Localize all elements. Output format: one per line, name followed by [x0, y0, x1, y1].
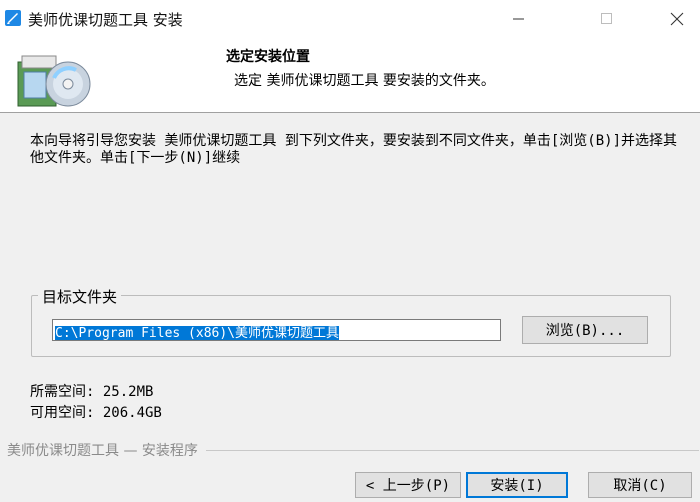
destination-path-input[interactable]: C:\Program Files (x86)\美师优课切题工具 — [52, 319, 501, 341]
intro-text: 本向导将引导您安装 美师优课切题工具 到下列文件夹，要安装到不同文件夹，单击[浏… — [30, 133, 677, 166]
minimize-button[interactable] — [496, 0, 542, 38]
title-bar: 美师优课切题工具 安装 — [0, 0, 700, 38]
destination-path-text: C:\Program Files (x86)\美师优课切题工具 — [55, 326, 340, 341]
space-available: 可用空间: 206.4GB — [30, 405, 162, 421]
page-title: 选定安装位置 — [226, 49, 310, 65]
space-required: 所需空间: 25.2MB — [30, 384, 154, 400]
close-icon — [670, 12, 684, 26]
maximize-icon — [601, 13, 612, 24]
cancel-button[interactable]: 取消(C) — [588, 472, 692, 498]
close-button[interactable] — [654, 0, 700, 38]
destination-group-label: 目标文件夹 — [38, 286, 122, 307]
branding-text: 美师优课切题工具 — 安装程序 — [7, 440, 206, 460]
minimize-icon — [513, 18, 524, 20]
installer-app-icon — [5, 10, 21, 26]
window-title: 美师优课切题工具 安装 — [28, 11, 183, 29]
wizard-header: 选定安装位置 选定 美师优课切题工具 要安装的文件夹。 — [0, 38, 700, 113]
install-button[interactable]: 安装(I) — [466, 472, 568, 498]
maximize-button[interactable] — [584, 0, 630, 38]
installer-disc-box-icon — [17, 55, 91, 107]
page-subtitle: 选定 美师优课切题工具 要安装的文件夹。 — [234, 73, 495, 89]
browse-button[interactable]: 浏览(B)... — [522, 316, 648, 344]
back-button[interactable]: < 上一步(P) — [355, 472, 461, 498]
